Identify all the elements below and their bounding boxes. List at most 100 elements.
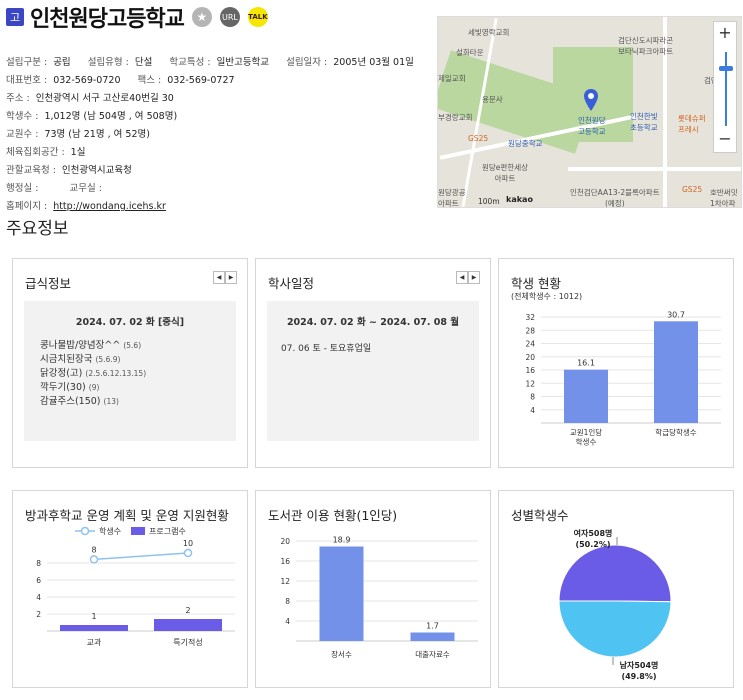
y-tick-label: 12 <box>280 577 290 586</box>
bar <box>319 546 364 641</box>
pie-label-pct: (49.8%) <box>621 672 656 681</box>
y-tick-label: 12 <box>525 379 535 388</box>
y-tick-label: 4 <box>36 593 41 602</box>
schedule-next-button[interactable]: ▶ <box>468 271 480 284</box>
address: 인천광역시 서구 고산로40번길 30 <box>35 93 174 104</box>
section-title: 주요정보 <box>6 219 69 239</box>
x-tick-label: 학급당학생수 <box>655 427 696 437</box>
y-tick-label: 4 <box>530 406 535 415</box>
meal-nav: ◀ ▶ <box>213 271 237 284</box>
bar <box>564 369 608 423</box>
gym-count: 1실 <box>70 147 86 158</box>
school-type-badge: 고 <box>6 8 24 26</box>
schedule-nav: ◀ ▶ <box>456 271 480 284</box>
pie-label-pct: (50.2%) <box>575 540 610 549</box>
student-status-title: 학생 현황 <box>511 276 561 291</box>
bar <box>60 625 128 631</box>
info-row-phone: 대표번호 :032-569-0720 팩스 :032-569-0727 <box>6 75 235 86</box>
afterschool-card: 방과후학교 운영 계획 및 운영 지원현황 학생수 프로그램수 2 4 6 8 1 교과 2 특기… <box>12 490 248 688</box>
x-tick-label: 장서수 <box>331 649 352 659</box>
student-status-card: 학생 현황 (전체학생수 : 1012) 4 8 12 16 20 24 28 32 16.1 교… <box>498 258 734 468</box>
y-tick-label: 8 <box>285 597 290 606</box>
meal-item: 감귤주스(150) (13) <box>40 396 119 407</box>
data-label: 30.7 <box>667 310 685 319</box>
y-tick-label: 2 <box>36 610 41 619</box>
data-label: 1 <box>91 612 96 621</box>
afterschool-title: 방과후학교 운영 계획 및 운영 지원현황 <box>25 508 229 523</box>
zoom-out-button[interactable]: − <box>714 128 736 152</box>
y-tick-label: 4 <box>285 617 290 626</box>
bar <box>154 619 222 631</box>
school-character: 일반고등학교 <box>216 57 270 68</box>
school-name: 인천원당고등학교 <box>30 7 185 32</box>
meal-list: 콩나물밥/양념장^^ (5.6) 시금치된장국 (5.6.9) 닭강정(고) (… <box>40 339 146 409</box>
data-label: 1.7 <box>426 622 439 631</box>
meal-date: 2024. 07. 02 화 [중식] <box>75 317 185 328</box>
x-tick-label: 교과 <box>87 638 102 647</box>
schedule-prev-button[interactable]: ◀ <box>456 271 468 284</box>
info-row-homepage: 홈페이지 : http://wondang.icehs.kr <box>6 201 166 212</box>
meal-card: 급식정보 ◀ ▶ 2024. 07. 02 화 [중식] 콩나물밥/양념장^^ … <box>12 258 248 468</box>
y-tick-label: 8 <box>530 393 535 402</box>
school-map-label: 인천원당 고등학교 <box>578 116 606 136</box>
kakaotalk-share-icon[interactable]: TALK <box>247 7 268 27</box>
y-tick-label: 20 <box>280 537 290 546</box>
establish-type: 공립 <box>53 57 71 68</box>
y-tick-label: 32 <box>525 313 535 322</box>
y-tick-label: 16 <box>525 366 535 375</box>
meal-item: 시금치된장국 (5.6.9) <box>40 354 121 365</box>
kakao-logo: kakao <box>506 195 533 204</box>
y-tick-label: 24 <box>525 340 535 349</box>
fax-number: 032-569-0727 <box>167 75 235 86</box>
pie-label: 남자504명 <box>620 660 659 670</box>
info-row-students: 학생수 :1,012명 (남 504명 , 여 508명) <box>6 111 178 122</box>
schedule-title: 학사일정 <box>268 276 315 291</box>
school-map[interactable]: 세빛영락교회 설화타운 제일교회 용문사 부경랑교회 GS25 원당중학교 인천… <box>437 16 742 208</box>
bar <box>410 632 455 641</box>
meal-prev-button[interactable]: ◀ <box>213 271 225 284</box>
student-count: 1,012명 (남 504명 , 여 508명) <box>44 111 178 122</box>
line-point <box>89 555 99 564</box>
line-point <box>183 548 193 558</box>
education-office: 인천광역시교육청 <box>61 165 132 176</box>
homepage-link[interactable]: http://wondang.icehs.kr <box>53 201 166 212</box>
x-tick-label: 대출자료수 <box>415 649 450 659</box>
school-header: 고 인천원당고등학교 ★ URL TALK <box>6 4 268 32</box>
pie-slice <box>558 600 672 658</box>
y-tick-label: 6 <box>36 576 41 585</box>
meal-next-button[interactable]: ▶ <box>225 271 237 284</box>
data-label: 18.9 <box>333 536 351 545</box>
meal-item: 콩나물밥/양념장^^ (5.6) <box>40 340 142 351</box>
schedule-date: 2024. 07. 02 화 ~ 2024. 07. 08 월 <box>286 317 460 328</box>
meal-item: 닭강정(고) (2.5.6.12.13.15) <box>40 368 147 379</box>
phone-number: 032-569-0720 <box>53 75 121 86</box>
y-tick-label: 20 <box>525 353 535 362</box>
x-tick-label: 교원1인당 학생수 <box>570 427 602 447</box>
bar <box>654 321 698 423</box>
pie-slice <box>558 544 672 603</box>
gender-title: 성별학생수 <box>511 508 569 523</box>
info-row-office: 관할교육청 : 인천광역시교육청 <box>6 165 132 176</box>
x-tick-label: 특기적성 <box>173 637 202 647</box>
url-button[interactable]: URL <box>219 7 240 27</box>
y-tick-label: 8 <box>36 559 41 568</box>
zoom-slider-handle[interactable] <box>719 66 733 71</box>
map-zoom-control: + − <box>713 21 737 153</box>
establish-date: 2005년 03월 01일 <box>333 57 414 68</box>
gender-card: 성별학생수 여자508명 (50.2%) 남자504명 (49.8%) <box>498 490 734 688</box>
meal-title: 급식정보 <box>25 276 72 291</box>
teacher-count: 73명 (남 21명 , 여 52명) <box>44 129 150 140</box>
info-row-teachers: 교원수 :73명 (남 21명 , 여 52명) <box>6 129 150 140</box>
library-card: 도서관 이용 현황(1인당) 4 8 12 16 20 18.9 장서수 1.7 대출자료수 <box>255 490 491 688</box>
info-row-admin: 행정실 : 교무실 : <box>6 183 102 194</box>
y-tick-label: 16 <box>280 557 290 566</box>
student-status-chart: 4 8 12 16 20 24 28 32 16.1 교원1인당 학생수 30.7 학급당학생수 <box>525 310 721 447</box>
meal-item: 깍두기(30) (9) <box>40 382 100 393</box>
zoom-in-button[interactable]: + <box>714 22 736 46</box>
info-row-gym: 체육집회공간 :1실 <box>6 147 86 158</box>
location-pin-icon <box>584 89 598 111</box>
legend-label: 프로그램수 <box>149 526 186 536</box>
favorite-star-icon[interactable]: ★ <box>191 7 212 27</box>
legend-line-marker <box>80 526 90 536</box>
zoom-slider-track[interactable] <box>725 52 727 126</box>
